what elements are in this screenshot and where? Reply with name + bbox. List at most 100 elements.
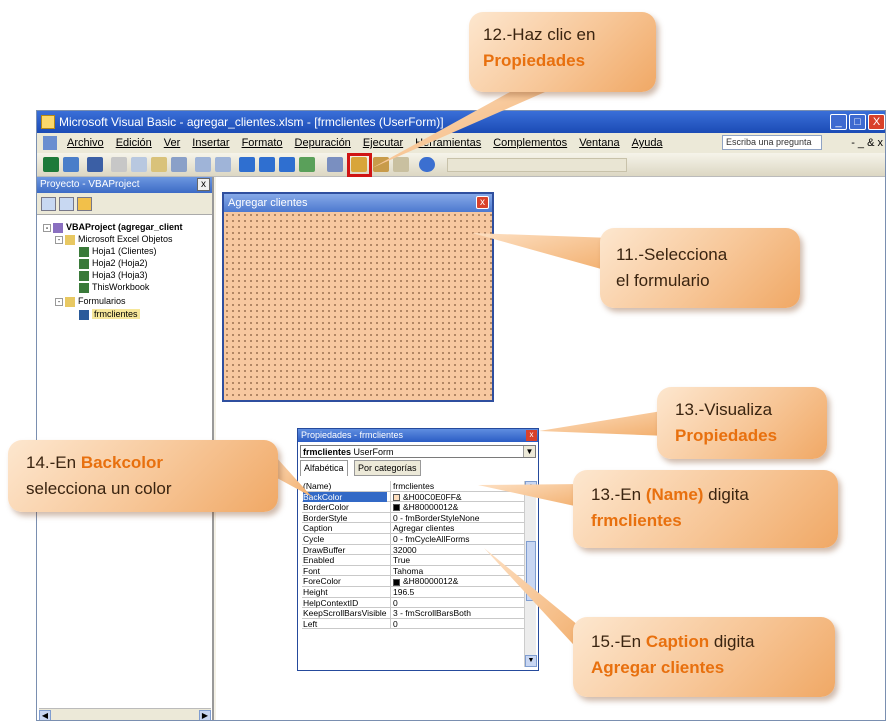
property-value[interactable]: True	[390, 555, 524, 566]
maximize-button[interactable]: □	[849, 114, 866, 130]
redo-icon[interactable]	[215, 157, 231, 172]
property-value[interactable]: 3 - fmScrollBarsBoth	[390, 608, 524, 619]
scroll-left-icon[interactable]: ◀	[39, 710, 51, 720]
collapse-toggle-icon[interactable]: -	[55, 297, 63, 306]
scroll-up-icon[interactable]: ▲	[525, 481, 537, 493]
project-panel-close-button[interactable]: x	[197, 178, 210, 191]
property-row[interactable]: HelpContextID 0	[302, 597, 526, 609]
minimize-button[interactable]: _	[830, 114, 847, 130]
tree-node-thisworkbook[interactable]: ThisWorkbook	[79, 281, 149, 293]
property-value[interactable]: 196.5	[390, 586, 524, 598]
excel-view-icon[interactable]	[43, 157, 59, 172]
property-row[interactable]: Enabled True	[302, 555, 526, 566]
callout-12-line1: 12.-Haz clic en	[483, 25, 596, 44]
project-panel-title-text: Proyecto - VBAProject	[40, 179, 140, 190]
chevron-down-icon[interactable]: ▼	[523, 446, 535, 457]
tree-node-vbaproject[interactable]: - VBAProject (agregar_client	[43, 221, 183, 233]
run-icon[interactable]	[239, 157, 255, 172]
close-window-button[interactable]: X	[868, 114, 885, 130]
menu-ventana[interactable]: Ventana	[573, 133, 625, 153]
tree-node-hoja1[interactable]: Hoja1 (Clientes)	[79, 245, 157, 257]
reset-icon[interactable]	[279, 157, 295, 172]
tree-node-hoja2[interactable]: Hoja2 (Hoja2)	[79, 257, 148, 269]
view-object-icon[interactable]	[59, 197, 74, 211]
property-row[interactable]: BorderColor &H80000012&	[302, 502, 526, 513]
userform-titlebar: Agregar clientes x	[224, 194, 492, 212]
tree-node-frmclientes[interactable]: frmclientes	[79, 308, 140, 320]
toolbox-icon[interactable]	[393, 157, 409, 172]
copy-icon[interactable]	[131, 157, 147, 172]
project-explorer-icon[interactable]	[327, 157, 343, 172]
tab-alfabetica[interactable]: Alfabética	[300, 460, 348, 476]
property-name: HelpContextID	[303, 597, 359, 608]
property-value[interactable]: Agregar clientes	[390, 523, 524, 534]
userform-close-icon[interactable]: x	[476, 196, 489, 209]
tree-node-excel-objects[interactable]: - Microsoft Excel Objetos	[55, 233, 173, 245]
worksheet-icon	[79, 270, 89, 281]
property-value[interactable]: &H80000012&	[390, 576, 524, 587]
paste-icon[interactable]	[151, 157, 167, 172]
undo-icon[interactable]	[195, 157, 211, 172]
menu-ver[interactable]: Ver	[158, 133, 187, 153]
menu-ejecutar[interactable]: Ejecutar	[357, 133, 409, 153]
scroll-right-icon[interactable]: ▶	[199, 710, 211, 720]
object-browser-icon[interactable]	[373, 157, 389, 172]
property-row[interactable]: DrawBuffer 32000	[302, 544, 526, 556]
cut-icon[interactable]	[111, 157, 127, 172]
scroll-down-icon[interactable]: ▼	[525, 655, 537, 667]
insert-userform-icon[interactable]	[63, 157, 79, 172]
property-value[interactable]: frmclientes	[390, 481, 524, 492]
property-row[interactable]: Height 196.5	[302, 586, 526, 598]
collapse-toggle-icon[interactable]: -	[43, 223, 51, 232]
menu-insertar[interactable]: Insertar	[186, 133, 235, 153]
view-code-icon[interactable]	[41, 197, 56, 211]
mdi-controls[interactable]: - _ & x	[851, 133, 883, 153]
tree-node-formularios[interactable]: - Formularios	[55, 295, 126, 307]
callout-13a-line1: 13.-Visualiza	[675, 400, 773, 419]
help-icon[interactable]	[419, 157, 435, 172]
property-value[interactable]: &H80000012&	[390, 502, 524, 513]
property-row[interactable]: Left 0	[302, 618, 526, 630]
property-row[interactable]: KeepScrollBarsVisible 3 - fmScrollBarsBot…	[302, 608, 526, 619]
property-row[interactable]: Cycle 0 - fmCycleAllForms	[302, 533, 526, 545]
property-row[interactable]: Caption Agregar clientes	[302, 523, 526, 534]
menu-herramientas[interactable]: Herramientas	[409, 133, 487, 153]
tree-node-hoja3[interactable]: Hoja3 (Hoja3)	[79, 269, 148, 281]
pause-icon[interactable]	[259, 157, 275, 172]
menu-complementos[interactable]: Complementos	[487, 133, 573, 153]
property-value[interactable]: 0	[390, 597, 524, 609]
properties-close-button[interactable]: x	[526, 430, 537, 441]
toggle-folders-icon[interactable]	[77, 197, 92, 211]
property-row[interactable]: (Name) frmclientes	[302, 481, 526, 492]
tab-por-categorias[interactable]: Por categorías	[354, 460, 421, 476]
menu-archivo[interactable]: Archivo	[61, 133, 110, 153]
collapse-toggle-icon[interactable]: -	[55, 235, 63, 244]
menu-formato[interactable]: Formato	[236, 133, 289, 153]
property-value[interactable]: 32000	[390, 544, 524, 556]
design-mode-icon[interactable]	[299, 157, 315, 172]
ask-question-input[interactable]: Escriba una pregunta	[722, 135, 822, 150]
userform-agregar-clientes[interactable]: Agregar clientes x	[222, 192, 494, 402]
property-value[interactable]: 0 - fmCycleAllForms	[390, 533, 524, 545]
userform-design-grid[interactable]	[224, 212, 492, 400]
project-horizontal-scrollbar[interactable]: ◀ ▶	[39, 708, 211, 720]
property-row[interactable]: BackColor &H00C0E0FF&	[302, 491, 526, 503]
find-icon[interactable]	[171, 157, 187, 172]
property-value[interactable]: 0	[390, 618, 524, 630]
property-value-text: 0 - fmCycleAllForms	[393, 533, 470, 544]
properties-vertical-scrollbar[interactable]: ▲ ▼	[524, 481, 537, 667]
callout-13b-highlight: (Name)	[645, 485, 704, 504]
save-icon[interactable]	[87, 157, 103, 172]
menu-ayuda[interactable]: Ayuda	[626, 133, 669, 153]
property-row[interactable]: Font Tahoma	[302, 565, 526, 577]
property-row[interactable]: ForeColor &H80000012&	[302, 576, 526, 587]
menu-bar: Archivo Edición Ver Insertar Formato Depuraci…	[37, 133, 885, 153]
menu-edicion[interactable]: Edición	[110, 133, 158, 153]
property-value[interactable]: 0 - fmBorderStyleNone	[390, 512, 524, 524]
property-row[interactable]: BorderStyle 0 - fmBorderStyleNone	[302, 512, 526, 524]
menu-depuracion[interactable]: Depuración	[289, 133, 357, 153]
property-value[interactable]: &H00C0E0FF&	[390, 491, 524, 503]
object-selector-dropdown[interactable]: frmclientes UserForm ▼	[300, 445, 536, 458]
scroll-thumb[interactable]	[526, 541, 536, 601]
property-value[interactable]: Tahoma	[390, 565, 524, 577]
